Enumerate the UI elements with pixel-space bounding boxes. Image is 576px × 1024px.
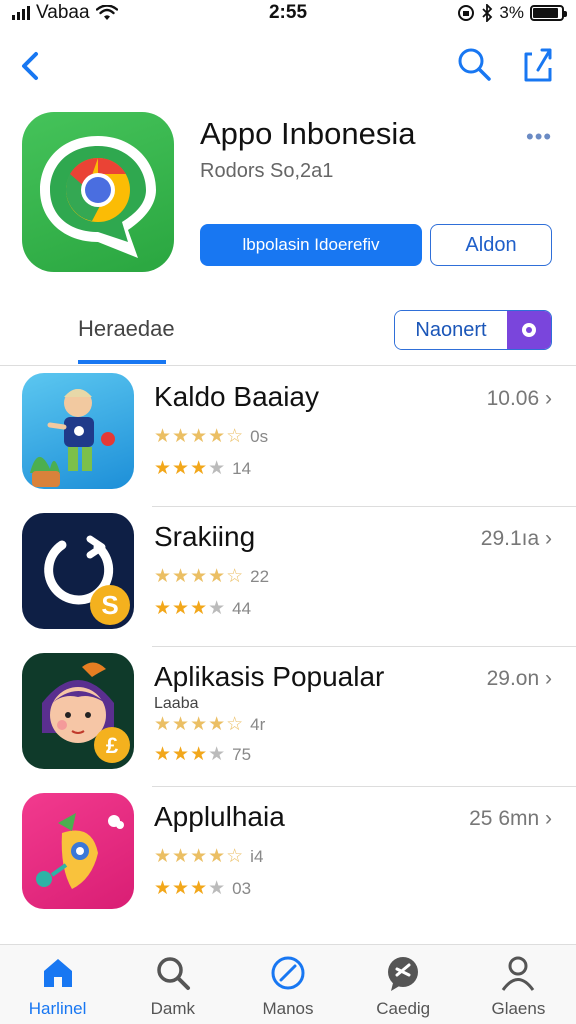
rating-value: 75 — [232, 744, 252, 764]
list-item[interactable]: S Srakiing 29.1ıa › ★★★★☆ 22 ★★★★ 44 — [0, 507, 576, 647]
rating-line-primary: ★★★★☆ 0s — [154, 425, 268, 448]
battery-level — [533, 8, 559, 18]
tabbar-item-search[interactable]: Damk — [115, 945, 230, 1024]
tab-underline — [78, 360, 166, 364]
home-icon — [43, 959, 72, 987]
item-meta: 29.1ıa › — [480, 527, 552, 550]
star-rating-icon: ★★★★☆ — [154, 846, 245, 867]
share-icon[interactable] — [518, 44, 558, 84]
battery-icon — [530, 5, 567, 21]
more-options-icon[interactable]: ••• — [526, 124, 552, 150]
rating-value: 44 — [232, 598, 252, 618]
battery-percent: 3% — [499, 3, 524, 22]
tabbar-label: Caedig — [376, 999, 431, 1018]
wifi-icon — [95, 5, 118, 20]
list-item[interactable]: £ Aplikasis Popualar 29.on › Laaba ★★★★☆… — [0, 647, 576, 787]
pill-label: Naonert — [395, 311, 507, 349]
girl-avatar-icon: £ — [22, 653, 134, 769]
app-header: Appo Inbonesia Rodors So,2a1 ••• lbpolas… — [0, 110, 576, 280]
rating-value: i4 — [250, 846, 264, 866]
chat-icon — [388, 957, 419, 991]
list-item[interactable]: Applulhaia 25 6mn › ★★★★☆ i4 ★★★★ 03 — [0, 787, 576, 927]
compass-icon — [271, 956, 305, 990]
tabbar-label: Manos — [262, 999, 314, 1018]
rating-value: 4r — [250, 714, 266, 734]
rating-line-secondary: ★★★★ 75 — [154, 743, 251, 766]
tabbar-label: Glaens — [491, 999, 546, 1018]
item-title: Applulhaia — [154, 801, 285, 832]
rating-value: 0s — [250, 426, 269, 446]
search-icon[interactable] — [454, 44, 494, 84]
item-title: Srakiing — [154, 521, 256, 552]
app-subtitle: Rodors So,2a1 — [200, 160, 334, 182]
star-rating-icon: ★★★★☆ — [154, 426, 245, 447]
bottom-tab-bar: Harlinel Damk Manos Caedig Glaens — [0, 944, 576, 1024]
tabbar-label: Harlinel — [28, 999, 87, 1018]
tabbar-item-chat[interactable]: Caedig — [346, 945, 461, 1024]
item-meta: 25 6mn › — [469, 807, 552, 830]
back-chevron-icon[interactable] — [14, 46, 46, 86]
rating-line-primary: ★★★★☆ 4r — [154, 713, 265, 736]
star-rating-icon: ★★★★ — [154, 878, 227, 899]
item-title: Aplikasis Popualar — [154, 661, 385, 692]
orientation-lock-icon — [458, 5, 475, 21]
chrome-chat-icon — [40, 136, 156, 258]
tabs-row: Heraedae Naonert — [0, 300, 576, 366]
app-list: Kaldo Baaiay 10.06 › ★★★★☆ 0s ★★★★ 14 S … — [0, 367, 576, 927]
app-title: Appo Inbonesia — [200, 116, 416, 151]
star-rating-icon: ★★★★ — [154, 458, 227, 479]
primary-action-button[interactable]: lbpolasin Idoerefiv — [200, 224, 422, 266]
status-bar: Vabaa 2:55 3% — [0, 0, 576, 26]
bird-icon — [22, 793, 134, 909]
rating-value: 03 — [232, 878, 252, 898]
rating-line-secondary: ★★★★ 03 — [154, 877, 251, 900]
svg-text:S: S — [101, 590, 118, 620]
tabbar-item-profile[interactable]: Glaens — [461, 945, 576, 1024]
rating-line-secondary: ★★★★ 14 — [154, 457, 251, 480]
secondary-action-button[interactable]: Aldon — [430, 224, 552, 266]
pill-button[interactable]: Naonert — [394, 310, 552, 350]
star-rating-icon: ★★★★☆ — [154, 714, 245, 735]
tabbar-label: Damk — [150, 999, 195, 1018]
item-caption: Laaba — [154, 695, 199, 712]
rating-line-primary: ★★★★☆ 22 — [154, 565, 269, 588]
bluetooth-icon — [482, 4, 493, 22]
rating-line-primary: ★★★★☆ i4 — [154, 845, 263, 868]
star-rating-icon: ★★★★ — [154, 744, 227, 765]
star-rating-icon: ★★★★☆ — [154, 566, 245, 587]
kid-avatar-icon — [22, 373, 134, 489]
search-icon — [157, 957, 190, 990]
record-icon — [507, 311, 551, 349]
rating-value: 14 — [232, 458, 252, 478]
svg-text:£: £ — [106, 733, 119, 758]
rating-line-secondary: ★★★★ 44 — [154, 597, 251, 620]
status-left: Vabaa — [12, 2, 118, 24]
app-icon — [22, 112, 174, 272]
sync-badge-icon: S — [22, 513, 134, 629]
tabbar-item-compass[interactable]: Manos — [230, 945, 345, 1024]
signal-icon — [12, 6, 30, 20]
tab-active[interactable]: Heraedae — [78, 316, 175, 342]
star-rating-icon: ★★★★ — [154, 598, 227, 619]
rating-value: 22 — [250, 566, 270, 586]
carrier-name: Vabaa — [36, 2, 90, 23]
item-meta: 10.06 › — [486, 387, 552, 410]
status-right: 3% — [457, 3, 567, 23]
tabbar-item-home[interactable]: Harlinel — [0, 945, 115, 1024]
item-title: Kaldo Baaiay — [154, 381, 320, 412]
profile-icon — [502, 956, 535, 991]
list-item[interactable]: Kaldo Baaiay 10.06 › ★★★★☆ 0s ★★★★ 14 — [0, 367, 576, 507]
item-meta: 29.on › — [486, 667, 552, 690]
